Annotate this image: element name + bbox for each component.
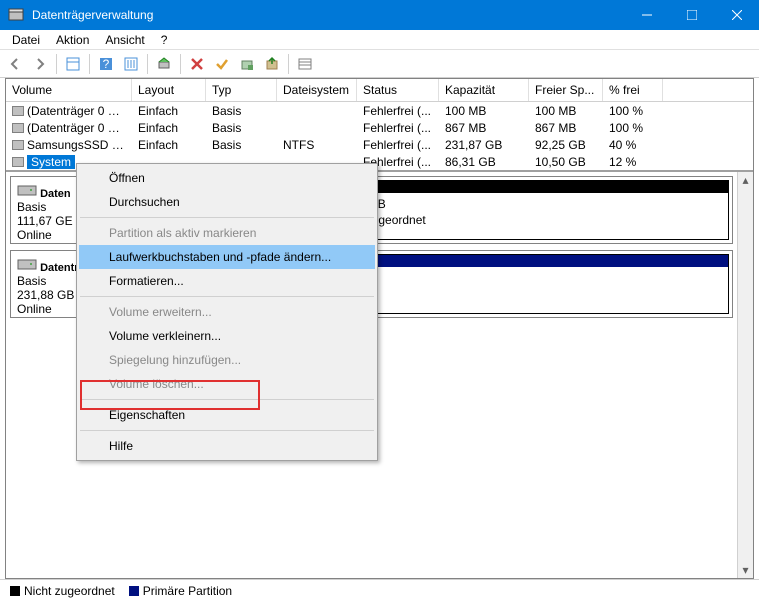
minimize-button[interactable]: [624, 0, 669, 30]
apply-button[interactable]: [211, 53, 233, 75]
cell-cap: 867 MB: [439, 121, 529, 135]
cell-free: 100 MB: [529, 104, 603, 118]
cm-shrink-volume[interactable]: Volume verkleinern...: [79, 324, 375, 348]
cell-pct: 12 %: [603, 155, 663, 169]
grid-body: (Datenträger 0 Par...EinfachBasisFehlerf…: [6, 102, 753, 170]
col-capacity[interactable]: Kapazität: [439, 79, 529, 101]
cm-open[interactable]: Öffnen: [79, 166, 375, 190]
settings-button[interactable]: [120, 53, 142, 75]
cm-add-mirror: Spiegelung hinzufügen...: [79, 348, 375, 372]
legend: Nicht zugeordnet Primäre Partition: [0, 579, 759, 601]
help-toolbar-button[interactable]: ?: [95, 53, 117, 75]
col-pct[interactable]: % frei: [603, 79, 663, 101]
action2-button[interactable]: [261, 53, 283, 75]
col-layout[interactable]: Layout: [132, 79, 206, 101]
cm-extend-volume: Volume erweitern...: [79, 300, 375, 324]
cell-vol: (Datenträger 0 Par...: [6, 104, 132, 118]
cm-format[interactable]: Formatieren...: [79, 269, 375, 293]
menu-file[interactable]: Datei: [4, 31, 48, 49]
menu-help[interactable]: ?: [153, 31, 176, 49]
cell-typ: Basis: [206, 138, 277, 152]
disk-status: Online: [17, 228, 52, 242]
cell-pct: 40 %: [603, 138, 663, 152]
col-status[interactable]: Status: [357, 79, 439, 101]
cell-typ: Basis: [206, 121, 277, 135]
legend-unallocated: Nicht zugeordnet: [10, 584, 115, 598]
disk-size: 231,88 GB: [17, 288, 74, 302]
disk-name: Daten: [40, 188, 71, 200]
cell-free: 867 MB: [529, 121, 603, 135]
titlebar: Datenträgerverwaltung: [0, 0, 759, 30]
cell-layout: Einfach: [132, 138, 206, 152]
disk-status: Online: [17, 302, 52, 316]
grid-header: Volume Layout Typ Dateisystem Status Kap…: [6, 79, 753, 102]
disk-type: Basis: [17, 274, 46, 288]
cell-pct: 100 %: [603, 121, 663, 135]
cell-layout: Einfach: [132, 121, 206, 135]
scroll-down-icon[interactable]: ▾: [738, 562, 753, 578]
view-button[interactable]: [62, 53, 84, 75]
col-volume[interactable]: Volume: [6, 79, 132, 101]
cm-properties[interactable]: Eigenschaften: [79, 403, 375, 427]
close-button[interactable]: [714, 0, 759, 30]
disk-type: Basis: [17, 200, 46, 214]
volume-grid: Volume Layout Typ Dateisystem Status Kap…: [6, 79, 753, 170]
cm-explore[interactable]: Durchsuchen: [79, 190, 375, 214]
col-filesystem[interactable]: Dateisystem: [277, 79, 357, 101]
svg-text:?: ?: [103, 57, 110, 71]
menu-view[interactable]: Ansicht: [97, 31, 152, 49]
cm-help[interactable]: Hilfe: [79, 434, 375, 458]
disk-drive-icon: [17, 186, 37, 200]
cm-delete-volume: Volume löschen...: [79, 372, 375, 396]
cell-cap: 86,31 GB: [439, 155, 529, 169]
partition-unallocated[interactable]: 24,41 GB Nicht zugeordnet: [328, 180, 729, 240]
list-button[interactable]: [294, 53, 316, 75]
menubar: Datei Aktion Ansicht ?: [0, 30, 759, 50]
cell-vol: SamsungsSSD (N:): [6, 138, 132, 152]
cell-status: Fehlerfrei (...: [357, 104, 439, 118]
refresh-button[interactable]: [153, 53, 175, 75]
legend-primary: Primäre Partition: [129, 584, 232, 598]
action1-button[interactable]: [236, 53, 258, 75]
volume-icon: [12, 123, 24, 133]
cell-free: 92,25 GB: [529, 138, 603, 152]
cell-pct: 100 %: [603, 104, 663, 118]
disk-mgmt-icon: [8, 7, 24, 23]
table-row[interactable]: (Datenträger 0 Par...EinfachBasis Fehlerf…: [6, 102, 753, 119]
cm-mark-active: Partition als aktiv markieren: [79, 221, 375, 245]
maximize-button[interactable]: [669, 0, 714, 30]
cell-status: Fehlerfrei (...: [357, 121, 439, 135]
cell-fs: NTFS: [277, 138, 357, 152]
scroll-up-icon[interactable]: ▴: [738, 172, 753, 188]
volume-icon: [12, 106, 24, 116]
cell-layout: Einfach: [132, 104, 206, 118]
cell-typ: Basis: [206, 104, 277, 118]
table-row[interactable]: SamsungsSSD (N:)EinfachBasisNTFSFehlerfr…: [6, 136, 753, 153]
cm-change-drive-letter[interactable]: Laufwerkbuchstaben und -pfade ändern...: [79, 245, 375, 269]
table-row[interactable]: (Datenträger 0 Par...EinfachBasis Fehlerf…: [6, 119, 753, 136]
cell-status: Fehlerfrei (...: [357, 138, 439, 152]
disk-size: 111,67 GE: [17, 214, 73, 228]
cell-cap: 231,87 GB: [439, 138, 529, 152]
menu-action[interactable]: Aktion: [48, 31, 97, 49]
toolbar: ?: [0, 50, 759, 78]
vertical-scrollbar[interactable]: ▴ ▾: [737, 172, 753, 578]
forward-button[interactable]: [29, 53, 51, 75]
delete-button[interactable]: [186, 53, 208, 75]
cell-cap: 100 MB: [439, 104, 529, 118]
col-type[interactable]: Typ: [206, 79, 277, 101]
volume-icon: [12, 140, 24, 150]
back-button[interactable]: [4, 53, 26, 75]
volume-icon: [12, 157, 24, 167]
cell-free: 10,50 GB: [529, 155, 603, 169]
col-free[interactable]: Freier Sp...: [529, 79, 603, 101]
disk-drive-icon: [17, 260, 37, 274]
cell-vol: (Datenträger 0 Par...: [6, 121, 132, 135]
context-menu: Öffnen Durchsuchen Partition als aktiv m…: [76, 163, 378, 461]
